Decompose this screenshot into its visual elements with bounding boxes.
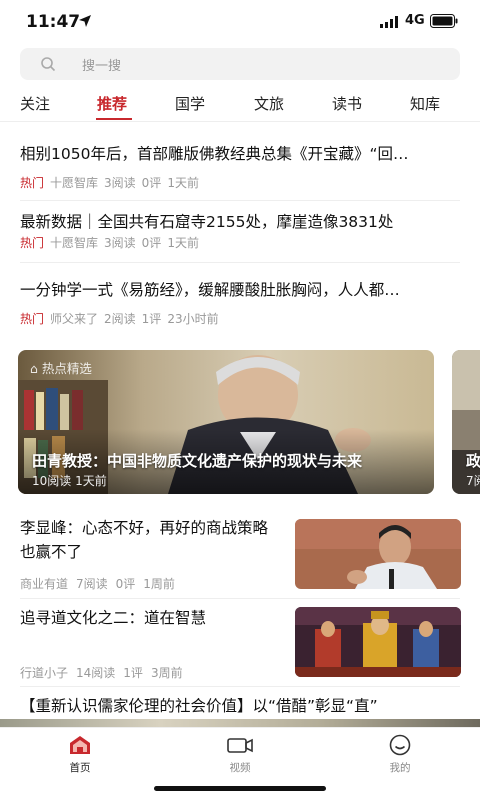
news-time: 1天前 [167,176,199,190]
carousel-card-meta: 7阅 [466,474,480,488]
nav-video-label: 视频 [229,762,251,774]
news-title[interactable]: 最新数据｜全国共有石窟寺2155处，摩崖造像3831处 [20,211,460,233]
article-item[interactable]: 追寻道文化之二：道在智慧 行道小子 14阅读 1评 3周前 [20,606,461,682]
news-title[interactable]: 【重新认识儒家伦理的社会价值】以“借醋”彰显“直” [20,694,460,716]
news-time: 1天前 [167,236,199,250]
carousel-card[interactable]: 政 7阅 [452,350,480,494]
news-meta: 热门 师父来了 2阅读 1评 23小时前 [20,311,460,327]
status-time: 11:47 [26,12,81,32]
article-comments: 0评 [115,577,136,591]
article-source: 商业有道 [20,577,69,591]
divider [20,200,460,201]
news-reads: 2阅读 [104,312,136,326]
category-tabs: 关注 推荐 国学 文旅 读书 知库 [0,84,480,122]
search-placeholder[interactable]: 搜一搜 [82,55,121,74]
news-source: 师父来了 [50,312,99,326]
video-icon [227,738,253,753]
tab-zhiku[interactable]: 知库 [410,93,440,114]
hot-picks-label: 热点精选 [41,361,92,376]
nav-profile-label: 我的 [389,762,411,774]
carousel-card-reads: 10阅读 [32,474,72,488]
carousel-card-title[interactable]: 田青教授：中国非物质文化遗产保护的现状与未来 [32,450,362,471]
hot-picks-carousel[interactable]: ⌂ 热点精选 田青教授：中国非物质文化遗产保护的现状与未来 10阅读 1天前 政… [18,350,480,494]
home-indicator[interactable] [154,786,326,791]
news-comments: 0评 [141,236,162,250]
news-title[interactable]: 相别1050年后，首部雕版佛教经典总集《开宝藏》“回… [20,143,460,165]
active-tab-indicator [96,118,132,120]
nav-video[interactable]: 视频 [210,734,270,775]
tab-follow[interactable]: 关注 [20,93,50,114]
article-comments: 1评 [123,666,143,680]
carousel-card-title[interactable]: 政 [466,450,480,471]
news-item[interactable]: 相别1050年后，首部雕版佛教经典总集《开宝藏》“回… 热门 十愿智库 3阅读 0评 1… [20,143,460,191]
nav-profile[interactable]: 我的 [370,734,430,775]
article-time: 3周前 [150,666,183,680]
news-source: 十愿智库 [50,176,99,190]
article-thumbnail[interactable] [295,519,461,589]
news-meta: 热门 十愿智库 3阅读 0评 1天前 [20,235,460,251]
hot-tag: 热门 [20,236,45,250]
divider [20,598,460,599]
article-meta: 商业有道 7阅读 0评 1周前 [20,575,183,592]
battery-icon [430,14,458,28]
tab-reading[interactable]: 读书 [332,93,362,114]
hot-tag: 热门 [20,312,45,326]
news-item[interactable]: 一分钟学一式《易筋经》，缓解腰酸肚胀胸闷，人人都… 热门 师父来了 2阅读 1评 23小… [20,279,460,327]
article-reads: 14阅读 [76,666,116,680]
search-icon [41,57,56,72]
article-title[interactable]: 追寻道文化之二：道在智慧 [20,606,280,630]
news-item[interactable]: 最新数据｜全国共有石窟寺2155处，摩崖造像3831处 热门 十愿智库 3阅读 0评 1… [20,211,460,251]
nav-home[interactable]: 首页 [50,734,110,775]
tab-recommend[interactable]: 推荐 [97,93,127,114]
status-bar: 11:47 4G [0,0,480,44]
news-source: 十愿智库 [50,236,99,250]
news-comments: 0评 [141,176,162,190]
article-reads: 7阅读 [76,577,108,591]
profile-icon [389,734,411,756]
article-source: 行道小子 [20,666,69,680]
location-arrow-icon [79,15,91,27]
article-thumbnail[interactable] [295,607,461,677]
carousel-card-meta: 10阅读 1天前 [32,472,107,489]
nav-home-label: 首页 [69,762,91,774]
article-image-strip [0,719,480,727]
news-reads: 3阅读 [104,236,136,250]
article-title[interactable]: 李显峰：心态不好，再好的商战策略也赢不了 [20,516,280,564]
news-reads: 3阅读 [104,176,136,190]
hot-picks-badge: ⌂ 热点精选 [30,361,92,376]
network-label: 4G [405,13,425,28]
news-title[interactable]: 一分钟学一式《易筋经》，缓解腰酸肚胀胸闷，人人都… [20,279,460,301]
article-item[interactable]: 李显峰：心态不好，再好的商战策略也赢不了 商业有道 7阅读 0评 1周前 [20,516,461,592]
tab-wenlv[interactable]: 文旅 [254,93,284,114]
news-time: 23小时前 [167,312,219,326]
news-comments: 1评 [141,312,162,326]
tab-guoxue[interactable]: 国学 [175,93,205,114]
divider [20,686,460,687]
hot-tag: 热门 [20,176,45,190]
signal-icon [380,16,398,28]
carousel-card-time: 1天前 [75,474,107,488]
home-icon [70,736,90,754]
article-time: 1周前 [143,577,175,591]
news-meta: 热门 十愿智库 3阅读 0评 1天前 [20,175,460,191]
carousel-card[interactable]: ⌂ 热点精选 田青教授：中国非物质文化遗产保护的现状与未来 10阅读 1天前 [18,350,434,494]
search-bar[interactable]: 搜一搜 [20,48,460,80]
divider [20,262,460,263]
article-meta: 行道小子 14阅读 1评 3周前 [20,664,191,681]
